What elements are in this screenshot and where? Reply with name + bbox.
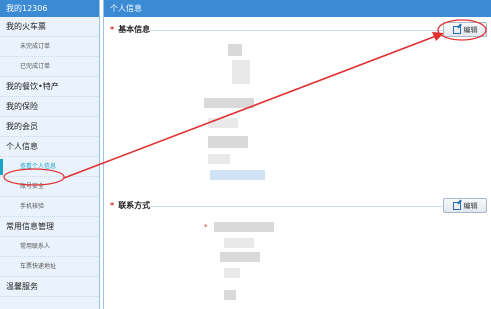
- sidebar-item-phone-verify[interactable]: 手机核验: [0, 197, 99, 217]
- basic-info-edit-button[interactable]: 编辑: [443, 22, 487, 37]
- redacted-value: [224, 238, 254, 248]
- required-dot-icon: *: [204, 223, 208, 231]
- required-star-icon: *: [110, 201, 115, 210]
- sidebar-item-my-tickets[interactable]: 我的火车票: [0, 17, 99, 37]
- sidebar-item-finished-orders[interactable]: 已完成订单: [0, 57, 99, 77]
- edit-icon: [452, 25, 461, 34]
- redacted-value: [224, 268, 240, 278]
- sidebar-header: 我的12306: [0, 0, 99, 17]
- redacted-value: [208, 118, 238, 128]
- edit-button-label: 编辑: [463, 25, 478, 34]
- sidebar-item-insurance[interactable]: 我的保险: [0, 97, 99, 117]
- redacted-value: [210, 170, 265, 180]
- redacted-value: [208, 136, 248, 148]
- basic-info-divider: [148, 30, 446, 31]
- redacted-value: [214, 222, 274, 232]
- redacted-value: [228, 44, 242, 56]
- redacted-value: [232, 60, 250, 84]
- edit-icon: [452, 201, 461, 210]
- contact-divider: [148, 206, 446, 207]
- required-star-icon: *: [110, 25, 115, 34]
- sidebar-item-catering[interactable]: 我的餐饮•特产: [0, 77, 99, 97]
- sidebar-item-unfinished-orders[interactable]: 未完成订单: [0, 37, 99, 57]
- redacted-value: [204, 98, 254, 108]
- sidebar-item-view-personal-info[interactable]: 查看个人信息: [0, 157, 99, 177]
- sidebar-item-contacts[interactable]: 常用联系人: [0, 237, 99, 257]
- sidebar: 我的12306 我的火车票 未完成订单 已完成订单 我的餐饮•特产 我的保险 我…: [0, 0, 100, 309]
- basic-info-label: 基本信息: [118, 25, 151, 34]
- main-panel: 个人信息 * 基本信息 编辑 * 联系方式 编辑 *: [103, 0, 491, 309]
- sidebar-item-account-security[interactable]: 账号安全: [0, 177, 99, 197]
- sidebar-item-common-info[interactable]: 常用信息管理: [0, 217, 99, 237]
- sidebar-item-delivery-address[interactable]: 车票快递地址: [0, 257, 99, 277]
- main-header: 个人信息: [104, 0, 491, 17]
- contact-label: 联系方式: [118, 201, 151, 210]
- contact-title: * 联系方式: [110, 200, 150, 211]
- sidebar-item-warm-service[interactable]: 温馨服务: [0, 277, 99, 297]
- sidebar-menu: 我的火车票 未完成订单 已完成订单 我的餐饮•特产 我的保险 我的会员 个人信息…: [0, 17, 99, 297]
- sidebar-item-personal-info[interactable]: 个人信息: [0, 137, 99, 157]
- basic-info-title: * 基本信息: [110, 24, 150, 35]
- contact-edit-button[interactable]: 编辑: [443, 198, 487, 213]
- edit-button-label: 编辑: [463, 201, 478, 210]
- redacted-value: [224, 290, 236, 300]
- redacted-value: [208, 154, 230, 164]
- sidebar-item-membership[interactable]: 我的会员: [0, 117, 99, 137]
- redacted-value: [220, 252, 260, 262]
